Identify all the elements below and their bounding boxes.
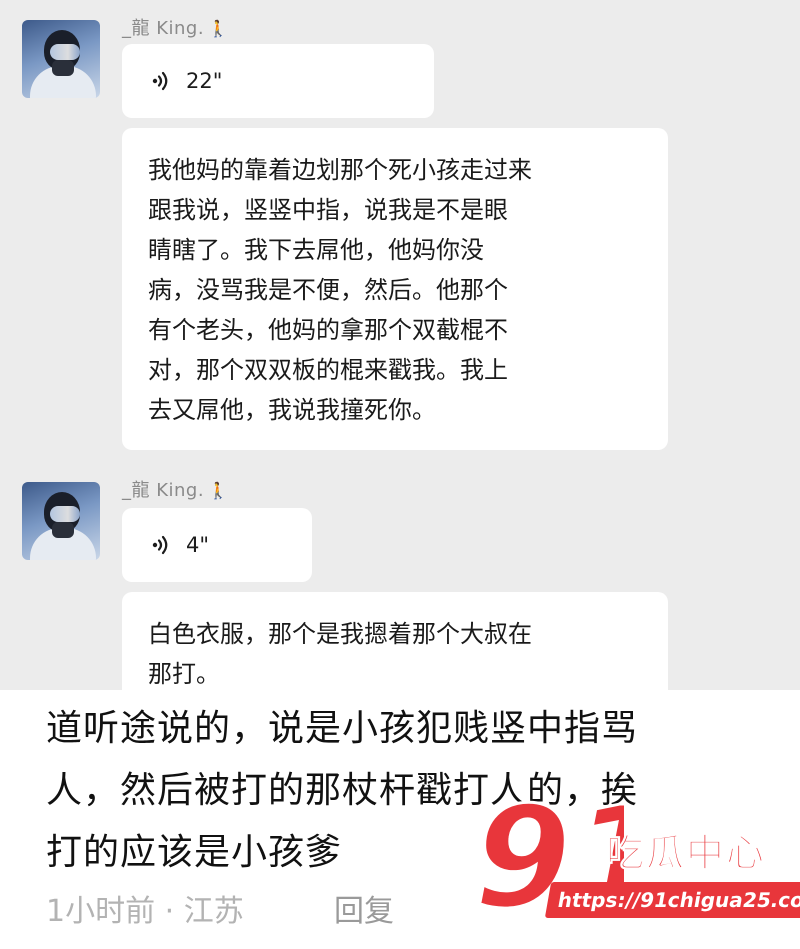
text-message[interactable]: 白色衣服，那个是我摁着那个大叔在 那打。 xyxy=(122,592,668,690)
comment-line: 道听途说的，说是小孩犯贱竖中指骂 xyxy=(46,708,639,749)
message-line: 我他妈的靠着边划那个死小孩走过来 xyxy=(148,156,532,184)
message-line: 有个老头，他妈的拿那个双截棍不 xyxy=(148,316,508,344)
walking-person-emoji: 🚶 xyxy=(208,481,229,500)
message-line: 跟我说，竖竖中指，说我是不是眼 xyxy=(148,196,508,224)
comment-line: 人，然后被打的那杖杆戳打人的，挨 xyxy=(46,770,639,811)
voice-message[interactable]: 22" xyxy=(122,44,434,118)
watermark-url: https://91chigua25.com xyxy=(544,882,800,918)
voice-duration: 22" xyxy=(186,69,223,93)
sender-name: _龍 King. 🚶 xyxy=(122,14,229,40)
comment-meta: 1小时前 · 江苏 xyxy=(46,894,244,929)
message-line: 睛瞎了。我下去屌他，他妈你没 xyxy=(148,236,484,264)
message-line: 对，那个双双板的棍来戳我。我上 xyxy=(148,356,508,384)
sender-name: _龍 King. 🚶 xyxy=(122,476,229,502)
sender-name-text: _龍 King. xyxy=(122,18,205,39)
text-message[interactable]: 我他妈的靠着边划那个死小孩走过来 跟我说，竖竖中指，说我是不是眼 睛瞎了。我下去… xyxy=(122,128,668,450)
voice-message[interactable]: 4" xyxy=(122,508,312,582)
watermark-text: 吃瓜中心 xyxy=(605,831,767,876)
voice-duration: 4" xyxy=(186,533,210,557)
message-line: 白色衣服，那个是我摁着那个大叔在 xyxy=(148,620,532,648)
reply-button[interactable]: 回复 xyxy=(334,886,394,930)
walking-person-emoji: 🚶 xyxy=(208,19,229,38)
voice-wave-icon xyxy=(152,71,168,91)
chat-area: _龍 King. 🚶 22" 我他妈的靠着边划那个死小孩走过来 跟我说，竖竖中指，… xyxy=(0,0,800,690)
sender-name-text: _龍 King. xyxy=(122,480,205,501)
message-line: 病，没骂我是不便，然后。他那个 xyxy=(148,276,508,304)
message-line: 那打。 xyxy=(148,660,220,688)
avatar[interactable] xyxy=(22,482,100,560)
message-line: 去又屌他，我说我撞死你。 xyxy=(148,396,436,424)
avatar[interactable] xyxy=(22,20,100,98)
voice-wave-icon xyxy=(152,535,168,555)
